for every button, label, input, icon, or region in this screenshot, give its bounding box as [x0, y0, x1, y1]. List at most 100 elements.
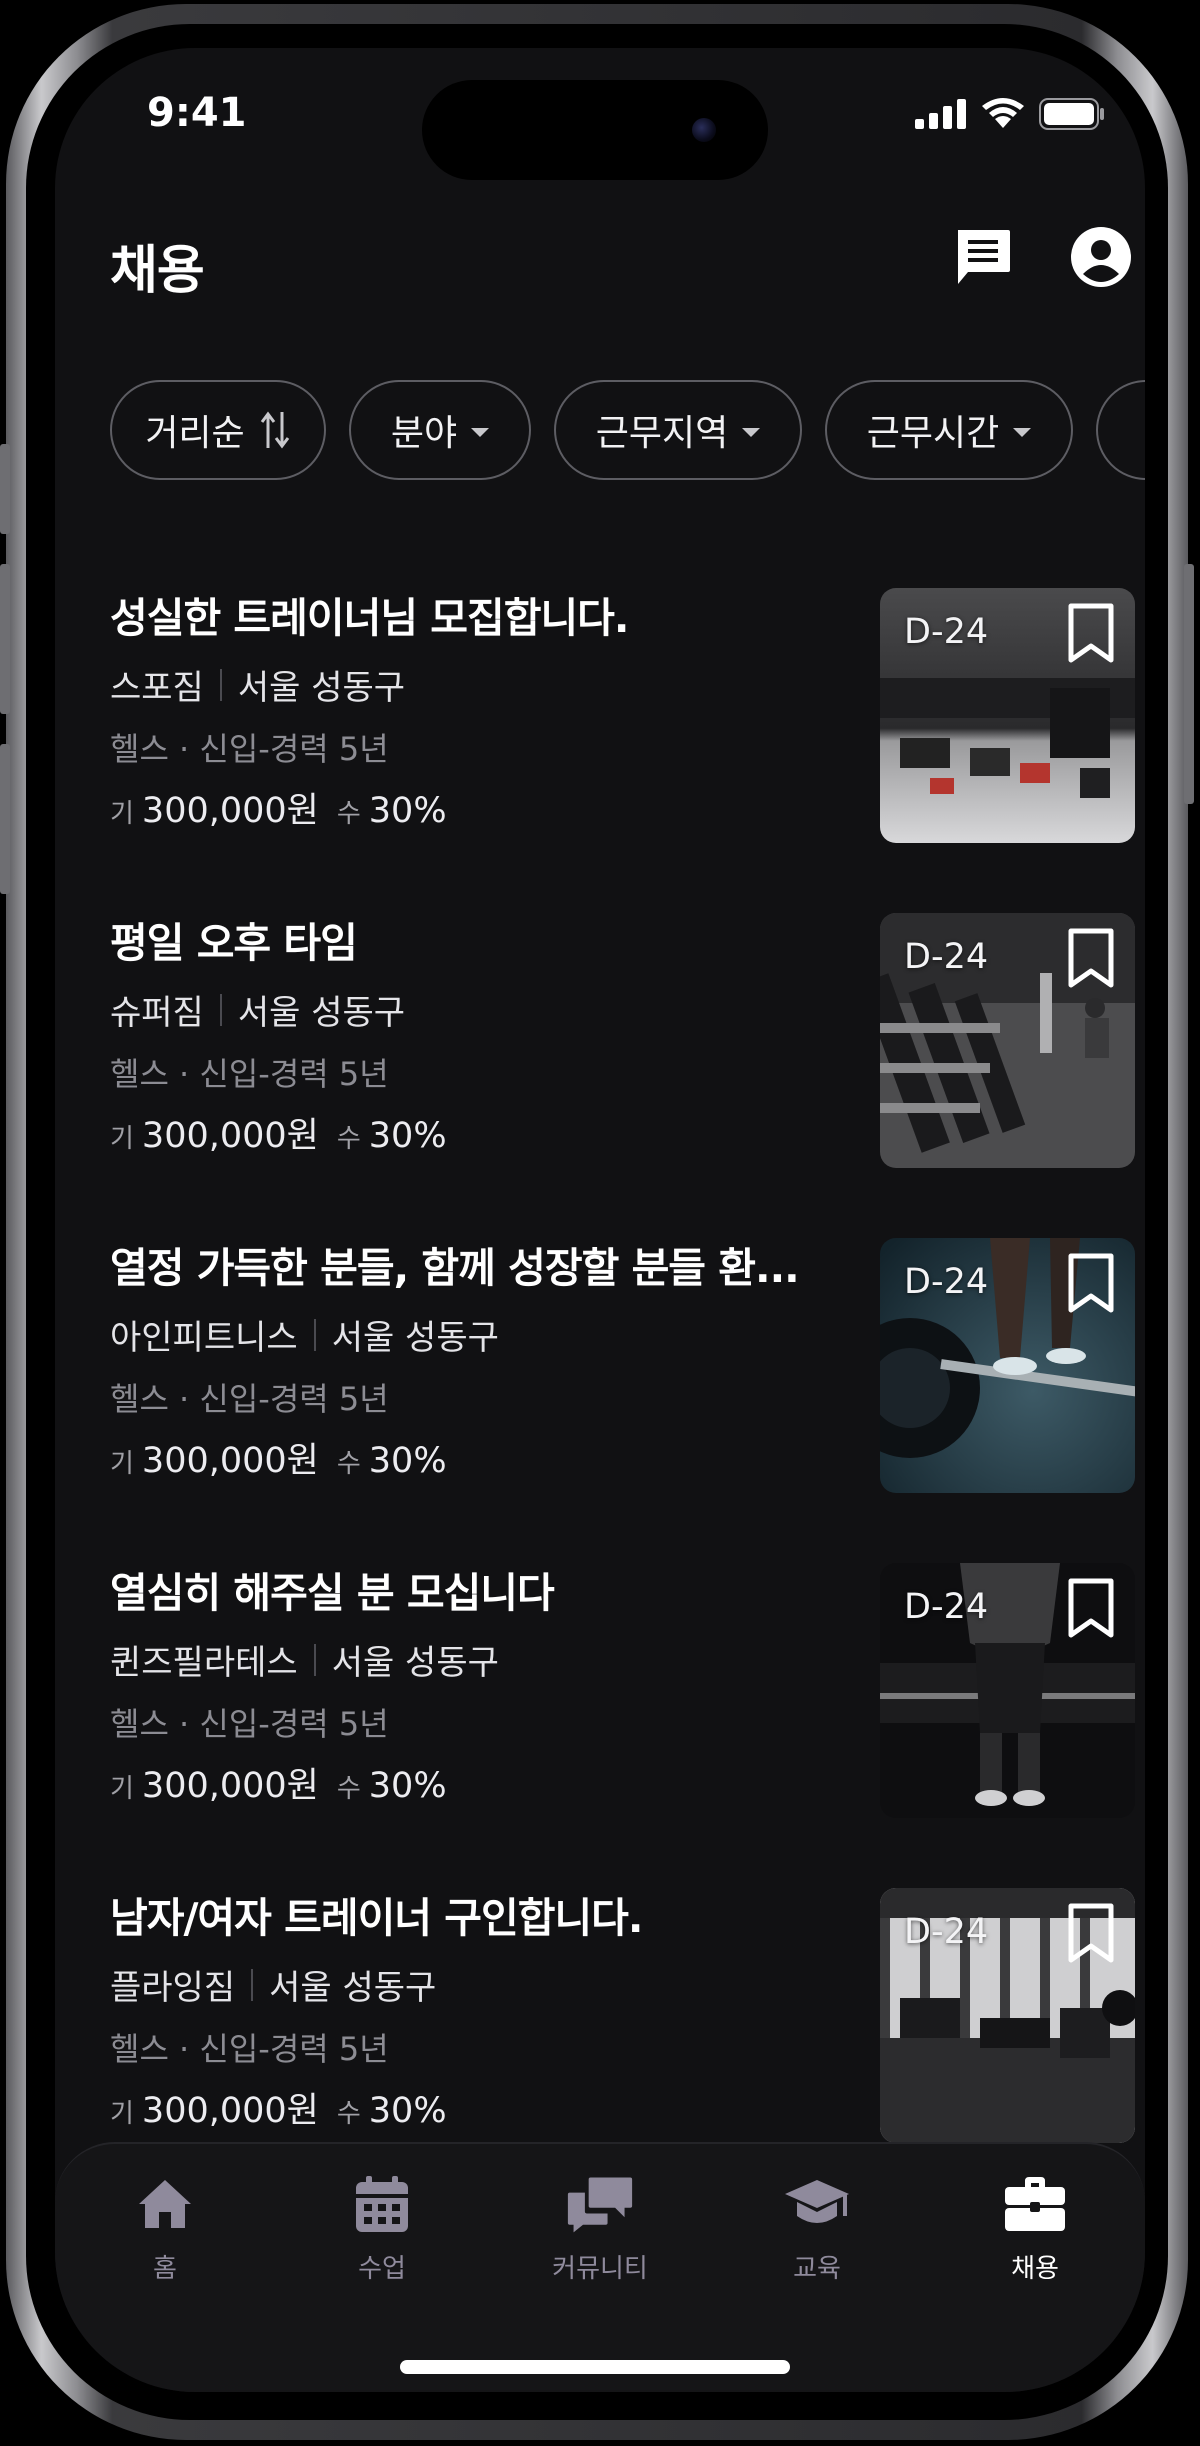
dday-badge: D-24 [904, 1912, 989, 1952]
base-pay-label: 기 [110, 1774, 134, 1804]
post-meta: 아인피트니스 서울 성동구 [110, 1310, 499, 1359]
job-post-card[interactable]: 열심히 해주실 분 모십니다 퀸즈필라테스 서울 성동구 헬스 · 신입-경력 5… [110, 1563, 1135, 1823]
post-location: 서울 성동구 [237, 668, 406, 708]
base-pay: 300,000원 [141, 1441, 319, 1481]
base-pay: 300,000원 [141, 1116, 319, 1156]
commission-label: 수 [336, 799, 361, 829]
sort-icon [260, 411, 289, 449]
wifi-icon [982, 98, 1024, 128]
post-location: 서울 성동구 [331, 1643, 499, 1683]
tab-label: 커뮤니티 [552, 2254, 648, 2284]
chip-label: 거리순 [145, 413, 245, 454]
dday-badge: D-24 [904, 937, 989, 977]
tab-label: 채용 [1011, 2254, 1059, 2284]
post-meta: 플라잉짐 서울 성동구 [110, 1960, 436, 2009]
post-subtitle: 헬스 · 신입-경력 5년 [110, 1380, 389, 1418]
message-icon[interactable] [950, 224, 1016, 290]
bookmark-icon[interactable] [1065, 1252, 1117, 1314]
post-company: 아인피트니스 [110, 1318, 298, 1358]
filter-sort-chip[interactable]: 거리순 [110, 380, 326, 480]
commission: 30% [368, 1766, 447, 1806]
tab-education[interactable]: 교육 [727, 2172, 907, 2285]
post-title: 열정 가득한 분들, 함께 성장할 분들 환... [110, 1244, 800, 1292]
tab-jobs[interactable]: 채용 [945, 2172, 1125, 2285]
filter-region-chip[interactable]: 근무지역 [554, 380, 802, 480]
home-icon [131, 2172, 199, 2236]
bottom-tab-bar: 홈 수업 커뮤니티 교육 채용 [55, 2142, 1145, 2392]
post-thumbnail: D-24 [880, 1888, 1135, 2143]
dday-badge: D-24 [904, 612, 989, 652]
post-location: 서울 성동구 [237, 993, 406, 1033]
app-screen: 9:41 채용 거리순 분야 근무지역 근무시간 성실한 트레이너님 모집합니다… [55, 48, 1145, 2392]
tab-label: 수업 [358, 2254, 406, 2284]
post-title: 남자/여자 트레이너 구인합니다. [110, 1894, 643, 1942]
camera-icon [692, 118, 716, 142]
post-company: 슈퍼짐 [110, 993, 204, 1033]
commission: 30% [368, 1441, 447, 1481]
page-title: 채용 [110, 241, 205, 301]
post-title: 열심히 해주실 분 모십니다 [110, 1569, 555, 1617]
post-pay: 기 300,000원 수 30% [110, 1432, 465, 1483]
status-icons [915, 98, 1105, 130]
job-post-card[interactable]: 열정 가득한 분들, 함께 성장할 분들 환... 아인피트니스 서울 성동구 헬… [110, 1238, 1135, 1498]
filter-time-chip[interactable]: 근무시간 [825, 380, 1073, 480]
base-pay: 300,000원 [141, 2091, 319, 2131]
filter-more-chip[interactable] [1096, 380, 1145, 480]
post-thumbnail: D-24 [880, 1238, 1135, 1493]
base-pay-label: 기 [110, 1449, 134, 1479]
tab-community[interactable]: 커뮤니티 [510, 2172, 690, 2285]
post-pay: 기 300,000원 수 30% [110, 2082, 465, 2133]
commission-label: 수 [336, 2099, 361, 2129]
post-company: 스포짐 [110, 668, 204, 708]
post-subtitle: 헬스 · 신입-경력 5년 [110, 2030, 389, 2068]
tab-label: 홈 [153, 2254, 177, 2284]
battery-icon [1039, 98, 1104, 130]
caret-down-icon [742, 427, 761, 437]
bookmark-icon[interactable] [1065, 1902, 1117, 1964]
post-meta: 스포짐 서울 성동구 [110, 660, 405, 709]
bookmark-icon[interactable] [1065, 602, 1117, 664]
tab-label: 교육 [793, 2254, 841, 2284]
dday-badge: D-24 [904, 1262, 989, 1302]
tab-home[interactable]: 홈 [75, 2172, 255, 2285]
base-pay-label: 기 [110, 799, 134, 829]
job-post-card[interactable]: 성실한 트레이너님 모집합니다. 스포짐 서울 성동구 헬스 · 신입-경력 5년… [110, 588, 1135, 848]
briefcase-icon [1001, 2172, 1069, 2236]
post-pay: 기 300,000원 수 30% [110, 782, 465, 833]
post-title: 성실한 트레이너님 모집합니다. [110, 594, 629, 642]
status-time: 9:41 [147, 90, 247, 136]
home-indicator[interactable] [400, 2360, 790, 2374]
graduation-cap-icon [783, 2172, 851, 2236]
job-post-card[interactable]: 남자/여자 트레이너 구인합니다. 플라잉짐 서울 성동구 헬스 · 신입-경력 … [110, 1888, 1135, 2148]
base-pay: 300,000원 [141, 791, 319, 831]
bookmark-icon[interactable] [1065, 1577, 1117, 1639]
chip-label: 근무시간 [866, 413, 1000, 454]
post-meta: 슈퍼짐 서울 성동구 [110, 985, 405, 1034]
caret-down-icon [1013, 427, 1032, 437]
post-subtitle: 헬스 · 신입-경력 5년 [110, 1705, 389, 1743]
post-company: 퀸즈필라테스 [110, 1643, 298, 1683]
filter-field-chip[interactable]: 분야 [349, 380, 531, 480]
post-pay: 기 300,000원 수 30% [110, 1107, 465, 1158]
job-post-card[interactable]: 평일 오후 타임 슈퍼짐 서울 성동구 헬스 · 신입-경력 5년 기 300,0… [110, 913, 1135, 1173]
dynamic-island [422, 80, 768, 180]
post-subtitle: 헬스 · 신입-경력 5년 [110, 1055, 389, 1093]
post-title: 평일 오후 타임 [110, 919, 358, 967]
bookmark-icon[interactable] [1065, 927, 1117, 989]
post-thumbnail: D-24 [880, 588, 1135, 843]
tab-class[interactable]: 수업 [292, 2172, 472, 2285]
caret-down-icon [471, 427, 490, 437]
chip-label: 분야 [390, 413, 458, 454]
filter-chips: 거리순 분야 근무지역 근무시간 [110, 380, 1145, 484]
post-thumbnail: D-24 [880, 1563, 1135, 1818]
commission: 30% [368, 2091, 447, 2131]
post-location: 서울 성동구 [269, 1968, 437, 2008]
base-pay-label: 기 [110, 2099, 134, 2129]
post-subtitle: 헬스 · 신입-경력 5년 [110, 730, 389, 768]
signal-icon [915, 99, 966, 129]
profile-icon[interactable] [1068, 224, 1134, 290]
status-bar: 9:41 [55, 48, 1145, 188]
post-location: 서울 성동구 [331, 1318, 499, 1358]
commission-label: 수 [336, 1774, 361, 1804]
commission-label: 수 [336, 1449, 361, 1479]
